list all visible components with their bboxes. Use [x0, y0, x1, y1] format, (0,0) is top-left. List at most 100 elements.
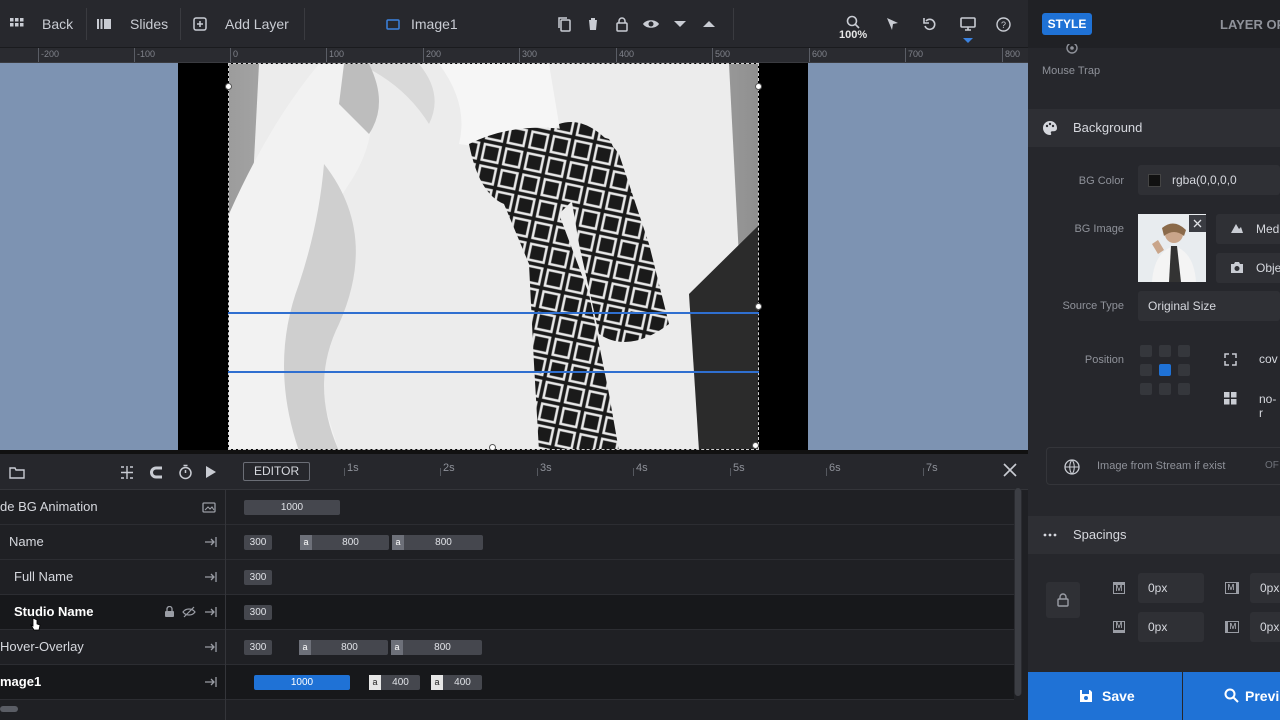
- timeline-bar[interactable]: a 800: [392, 535, 483, 550]
- timeline-bar[interactable]: a 800: [300, 535, 389, 550]
- margin-top-input[interactable]: 0px: [1138, 573, 1204, 603]
- eye-off-icon[interactable]: [182, 606, 196, 618]
- editor-mode-button[interactable]: EDITOR: [243, 462, 311, 481]
- timeline-row[interactable]: Hover-Overlay 300 a 800 a 800: [0, 630, 1014, 665]
- timeline-row-hovered[interactable]: Studio Name 300: [0, 595, 1014, 631]
- position-cell[interactable]: [1159, 345, 1171, 357]
- resize-handle[interactable]: [225, 83, 232, 90]
- remove-image-button[interactable]: [1189, 215, 1206, 232]
- timeline-divider[interactable]: [225, 490, 226, 720]
- image-stream-option[interactable]: Image from Stream if exist OF: [1046, 447, 1280, 485]
- end-arrow-icon[interactable]: [204, 571, 218, 583]
- timeline-bar[interactable]: 300: [244, 605, 272, 620]
- undo-button[interactable]: [920, 14, 940, 34]
- margin-right-input[interactable]: 0px: [1250, 573, 1280, 603]
- slides-button[interactable]: Slides: [97, 0, 168, 48]
- resize-handle[interactable]: [755, 83, 762, 90]
- position-cell[interactable]: [1178, 383, 1190, 395]
- end-arrow-icon[interactable]: [204, 676, 218, 688]
- duplicate-button[interactable]: [554, 14, 574, 34]
- snap-grid-icon[interactable]: [119, 465, 135, 480]
- margin-left-input[interactable]: 0px: [1250, 612, 1280, 642]
- timeline-vertical-scrollbar[interactable]: [1014, 488, 1022, 696]
- timeline-row[interactable]: Name 300 a 800 a 800: [0, 525, 1014, 560]
- preview-button[interactable]: Previ: [1183, 672, 1280, 720]
- image-folder-icon[interactable]: [202, 501, 216, 513]
- timeline-bar[interactable]: 1000: [254, 675, 350, 690]
- margin-bottom-input[interactable]: 0px: [1138, 612, 1204, 642]
- position-cell[interactable]: [1178, 364, 1190, 376]
- lock-icon: [1057, 593, 1069, 607]
- slide-canvas[interactable]: [0, 63, 1028, 450]
- timeline-bar[interactable]: a 800: [299, 640, 388, 655]
- stream-toggle[interactable]: OF: [1265, 460, 1279, 471]
- timeline-bar[interactable]: 300: [244, 535, 272, 550]
- end-arrow-icon[interactable]: [204, 606, 218, 618]
- top-toolbar: Back Slides Add Layer Image1 100% ?: [0, 0, 1028, 48]
- timeline-bar[interactable]: 300: [244, 640, 272, 655]
- resize-handle[interactable]: [752, 442, 759, 449]
- add-layer-button[interactable]: Add Layer: [193, 0, 289, 48]
- layer-name-selector[interactable]: Image1: [386, 0, 458, 48]
- device-button[interactable]: [958, 14, 978, 34]
- bg-repeat-select[interactable]: no-r: [1259, 392, 1280, 420]
- position-cell[interactable]: [1178, 345, 1190, 357]
- position-cell-selected[interactable]: [1159, 364, 1171, 376]
- tab-layer-options[interactable]: LAYER OP: [1220, 17, 1280, 32]
- timeline-horizontal-scrollbar[interactable]: [0, 706, 18, 712]
- timer-icon[interactable]: [178, 464, 193, 480]
- resize-handle[interactable]: [755, 303, 762, 310]
- save-button[interactable]: Save: [1028, 672, 1182, 720]
- bar-value: 800: [435, 537, 452, 548]
- caret-down-icon: [674, 21, 686, 27]
- delete-button[interactable]: [583, 14, 603, 34]
- move-up-button[interactable]: [699, 14, 719, 34]
- media-library-button[interactable]: Med: [1216, 214, 1280, 244]
- ruler-label: 600: [809, 48, 827, 62]
- folder-icon[interactable]: [9, 466, 25, 479]
- back-button[interactable]: Back: [10, 0, 73, 48]
- select-tool-button[interactable]: [882, 14, 902, 34]
- timeline-row[interactable]: de BG Animation 1000: [0, 490, 1014, 525]
- timeline-row-selected[interactable]: mage1 1000 a 400 a 400: [0, 665, 1014, 700]
- lock-button[interactable]: [612, 14, 632, 34]
- media-icon: [1231, 224, 1243, 233]
- end-arrow-icon[interactable]: [204, 641, 218, 653]
- magnet-icon[interactable]: [149, 465, 164, 480]
- color-swatch[interactable]: [1148, 174, 1161, 187]
- bg-size-select[interactable]: cov: [1259, 352, 1278, 366]
- position-cell[interactable]: [1140, 364, 1152, 376]
- object-library-button[interactable]: Obje: [1216, 253, 1280, 283]
- spacings-section-header[interactable]: Spacings: [1028, 516, 1280, 554]
- position-grid[interactable]: [1140, 345, 1194, 399]
- timeline-row[interactable]: Full Name 300: [0, 560, 1014, 595]
- visibility-button[interactable]: [641, 14, 661, 34]
- tab-style[interactable]: STYLE: [1042, 13, 1092, 35]
- timeline-bar[interactable]: a 400: [369, 675, 420, 690]
- source-type-select[interactable]: Original Size: [1138, 291, 1280, 321]
- timeline-second: 4s: [636, 462, 648, 474]
- image1-layer[interactable]: [228, 63, 759, 450]
- scrollbar-thumb[interactable]: [1015, 488, 1021, 696]
- background-section-header[interactable]: Background: [1028, 109, 1280, 147]
- anim-marker: a: [431, 675, 443, 690]
- undo-icon: [923, 18, 936, 31]
- move-down-button[interactable]: [670, 14, 690, 34]
- timeline-bar[interactable]: 300: [244, 570, 272, 585]
- timeline-bar[interactable]: a 800: [391, 640, 482, 655]
- link-margins-button[interactable]: [1046, 582, 1080, 618]
- position-cell[interactable]: [1140, 345, 1152, 357]
- play-icon[interactable]: [205, 466, 216, 478]
- end-arrow-icon[interactable]: [204, 536, 218, 548]
- timeline-bar[interactable]: a 400: [431, 675, 482, 690]
- help-button[interactable]: ?: [993, 14, 1013, 34]
- horizontal-guide[interactable]: [228, 312, 759, 314]
- bg-color-field[interactable]: rgba(0,0,0,0: [1138, 165, 1280, 195]
- timeline-row-label: de BG Animation: [0, 499, 98, 514]
- lock-icon[interactable]: [164, 606, 175, 618]
- horizontal-guide[interactable]: [228, 371, 759, 373]
- timeline-bar[interactable]: 1000: [244, 500, 340, 515]
- close-icon[interactable]: [1002, 462, 1018, 478]
- position-cell[interactable]: [1159, 383, 1171, 395]
- position-cell[interactable]: [1140, 383, 1152, 395]
